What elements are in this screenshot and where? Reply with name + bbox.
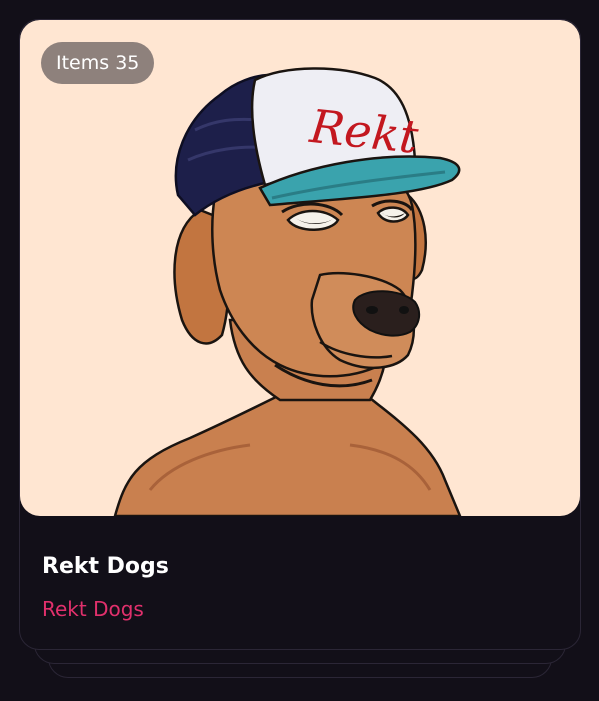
cap-text: Rekt (306, 99, 421, 164)
dog-artwork-icon: Rekt (113, 67, 462, 516)
collection-link[interactable]: Rekt Dogs (42, 595, 144, 623)
page: Rekt Items 35 Rekt Dogs Rekt Dogs (0, 0, 599, 701)
collection-artwork[interactable]: Rekt (20, 20, 580, 516)
card-title: Rekt Dogs (42, 554, 169, 579)
items-count-badge: Items 35 (41, 42, 155, 84)
collection-card[interactable]: Rekt Items 35 Rekt Dogs Rekt Dogs (19, 19, 581, 650)
